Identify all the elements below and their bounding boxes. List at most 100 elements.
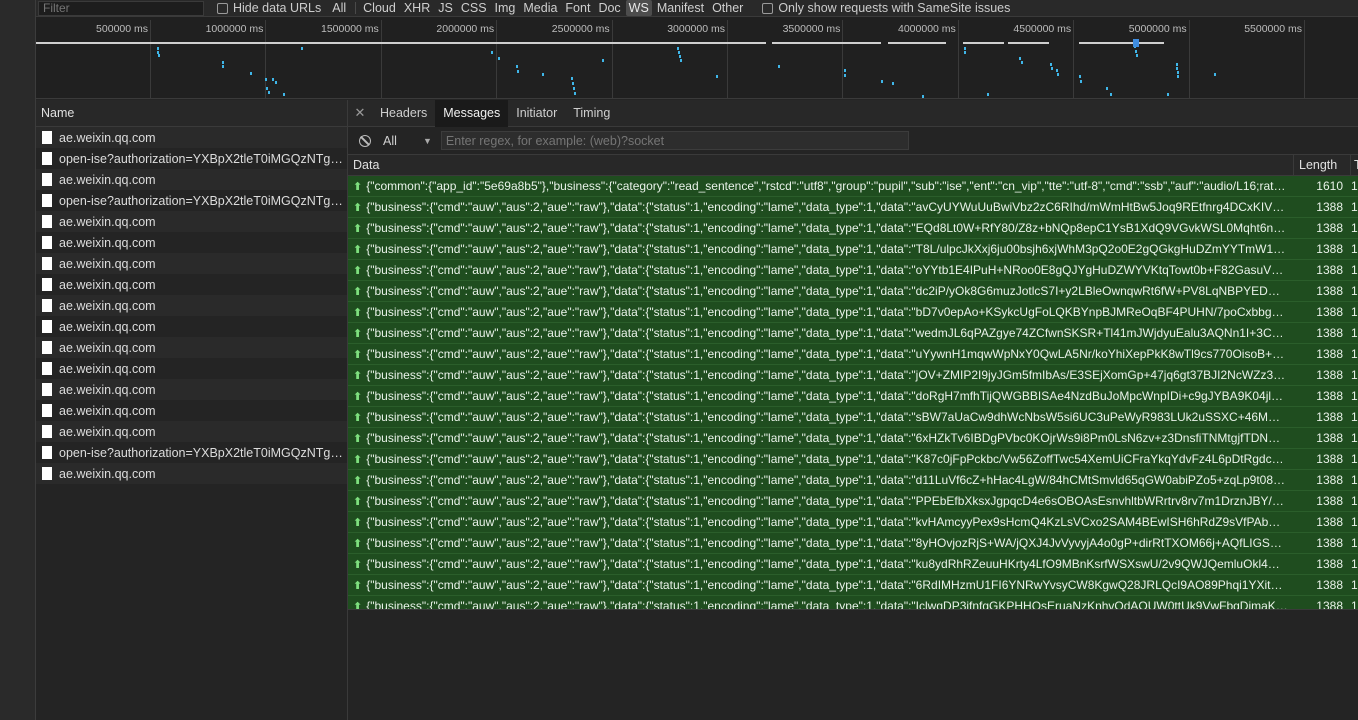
message-row[interactable]: ⬆ {"business":{"cmd":"auw","aus":2,"aue":… [348, 323, 1358, 344]
timeline-event-mark [272, 78, 274, 81]
request-detail-panel: ✕ HeadersMessagesInitiatorTiming All ▼ D… [348, 99, 1358, 720]
type-filter-ws[interactable]: WS [625, 0, 652, 16]
timeline-event-mark [516, 65, 518, 68]
sent-arrow-icon: ⬆ [353, 432, 363, 445]
type-filter-all[interactable]: All [329, 0, 349, 16]
hide-data-urls-checkbox[interactable] [217, 2, 228, 14]
message-row[interactable]: ⬆ {"business":{"cmd":"auw","aus":2,"aue":… [348, 407, 1358, 428]
message-time: 1 [1351, 179, 1358, 193]
message-time: 1 [1351, 473, 1358, 487]
message-row[interactable]: ⬆ {"business":{"cmd":"auw","aus":2,"aue":… [348, 575, 1358, 596]
request-row[interactable]: ae.weixin.qq.com [36, 211, 347, 232]
request-name: ae.weixin.qq.com [59, 277, 156, 292]
message-length: 1388 [1316, 242, 1343, 256]
type-filter-css[interactable]: CSS [458, 0, 490, 16]
request-row[interactable]: ae.weixin.qq.com [36, 463, 347, 484]
request-name: ae.weixin.qq.com [59, 256, 156, 271]
message-row[interactable]: ⬆ {"business":{"cmd":"auw","aus":2,"aue":… [348, 596, 1358, 610]
type-filter-js[interactable]: JS [435, 0, 456, 16]
message-regex-input[interactable] [440, 131, 909, 150]
devtools-network-panel: Hide data URLs All CloudXHRJSCSSImgMediaF… [36, 0, 1358, 720]
message-row[interactable]: ⬆ {"business":{"cmd":"auw","aus":2,"aue":… [348, 449, 1358, 470]
request-row[interactable]: ae.weixin.qq.com [36, 316, 347, 337]
type-filter-xhr[interactable]: XHR [401, 0, 433, 16]
type-filter-img[interactable]: Img [492, 0, 519, 16]
tab-headers[interactable]: Headers [372, 100, 435, 127]
clear-messages-icon[interactable] [359, 134, 371, 147]
sent-arrow-icon: ⬆ [353, 495, 363, 508]
timeline-overview[interactable]: 500000 ms 1000000 ms 1500000 ms 2000000 ms 2… [36, 17, 1358, 99]
chevron-down-icon[interactable]: ▼ [423, 136, 432, 146]
message-row[interactable]: ⬆ {"business":{"cmd":"auw","aus":2,"aue":… [348, 512, 1358, 533]
message-row[interactable]: ⬆ {"business":{"cmd":"auw","aus":2,"aue":… [348, 470, 1358, 491]
samesite-checkbox[interactable] [762, 2, 774, 14]
tab-initiator[interactable]: Initiator [508, 100, 565, 127]
message-row[interactable]: ⬆ {"business":{"cmd":"auw","aus":2,"aue":… [348, 365, 1358, 386]
request-row[interactable]: ae.weixin.qq.com [36, 400, 347, 421]
request-row[interactable]: ae.weixin.qq.com [36, 421, 347, 442]
data-column-header[interactable]: Data [348, 154, 1294, 176]
request-name: ae.weixin.qq.com [59, 403, 156, 418]
message-row[interactable]: ⬆ {"common":{"app_id":"5e69a8b5"},"busine… [348, 176, 1358, 197]
request-row[interactable]: ae.weixin.qq.com [36, 253, 347, 274]
type-filter-cloud[interactable]: Cloud [360, 0, 399, 16]
tab-messages[interactable]: Messages [435, 99, 509, 127]
sent-arrow-icon: ⬆ [353, 222, 363, 235]
message-row[interactable]: ⬆ {"business":{"cmd":"auw","aus":2,"aue":… [348, 533, 1358, 554]
hide-data-urls-toggle[interactable]: Hide data URLs [217, 1, 321, 15]
message-row[interactable]: ⬆ {"business":{"cmd":"auw","aus":2,"aue":… [348, 386, 1358, 407]
request-row[interactable]: ae.weixin.qq.com [36, 379, 347, 400]
request-row[interactable]: ae.weixin.qq.com [36, 232, 347, 253]
request-row[interactable]: ae.weixin.qq.com [36, 358, 347, 379]
timeline-event-mark [498, 57, 500, 60]
message-row[interactable]: ⬆ {"business":{"cmd":"auw","aus":2,"aue":… [348, 491, 1358, 512]
type-filter-doc[interactable]: Doc [595, 0, 623, 16]
message-data: {"business":{"cmd":"auw","aus":2,"aue":"… [366, 599, 1289, 610]
name-column-header[interactable]: Name [36, 100, 347, 127]
request-row[interactable]: ae.weixin.qq.com [36, 127, 347, 148]
message-type-select[interactable]: All [383, 134, 423, 148]
tab-timing[interactable]: Timing [565, 100, 618, 127]
message-data: {"business":{"cmd":"auw","aus":2,"aue":"… [366, 305, 1289, 319]
timeline-event-mark [542, 73, 544, 76]
time-column-header[interactable]: T [1351, 155, 1358, 176]
filter-input[interactable] [38, 0, 204, 16]
type-filter-other[interactable]: Other [709, 0, 746, 16]
close-detail-icon[interactable]: ✕ [348, 105, 372, 121]
request-row[interactable]: open-ise?authorization=YXBpX2tleT0iMGQzN… [36, 148, 347, 169]
document-icon [42, 299, 52, 312]
request-row[interactable]: open-ise?authorization=YXBpX2tleT0iMGQzN… [36, 442, 347, 463]
length-column-header[interactable]: Length [1294, 154, 1351, 176]
message-length: 1388 [1316, 347, 1343, 361]
timeline-event-mark [964, 47, 966, 50]
type-filter-media[interactable]: Media [520, 0, 560, 16]
message-row[interactable]: ⬆ {"business":{"cmd":"auw","aus":2,"aue":… [348, 554, 1358, 575]
request-row[interactable]: open-ise?authorization=YXBpX2tleT0iMGQzN… [36, 190, 347, 211]
message-data-cell: ⬆ {"business":{"cmd":"auw","aus":2,"aue":… [348, 347, 1294, 361]
message-row[interactable]: ⬆ {"business":{"cmd":"auw","aus":2,"aue":… [348, 260, 1358, 281]
request-name: ae.weixin.qq.com [59, 466, 156, 481]
request-row[interactable]: ae.weixin.qq.com [36, 274, 347, 295]
message-row[interactable]: ⬆ {"business":{"cmd":"auw","aus":2,"aue":… [348, 218, 1358, 239]
request-name: ae.weixin.qq.com [59, 235, 156, 250]
message-row[interactable]: ⬆ {"business":{"cmd":"auw","aus":2,"aue":… [348, 197, 1358, 218]
message-length: 1388 [1316, 557, 1343, 571]
message-time: 1 [1351, 368, 1358, 382]
message-row[interactable]: ⬆ {"business":{"cmd":"auw","aus":2,"aue":… [348, 281, 1358, 302]
message-row[interactable]: ⬆ {"business":{"cmd":"auw","aus":2,"aue":… [348, 428, 1358, 449]
sent-arrow-icon: ⬆ [353, 264, 363, 277]
message-row[interactable]: ⬆ {"business":{"cmd":"auw","aus":2,"aue":… [348, 344, 1358, 365]
request-row[interactable]: ae.weixin.qq.com [36, 337, 347, 358]
type-filter-font[interactable]: Font [562, 0, 593, 16]
timeline-event-mark [275, 81, 277, 84]
messages-list: ⬆ {"common":{"app_id":"5e69a8b5"},"busine… [348, 176, 1358, 610]
timeline-event-mark [881, 80, 883, 83]
message-time: 1 [1351, 200, 1358, 214]
message-row[interactable]: ⬆ {"business":{"cmd":"auw","aus":2,"aue":… [348, 239, 1358, 260]
message-data-cell: ⬆ {"business":{"cmd":"auw","aus":2,"aue":… [348, 305, 1294, 319]
samesite-toggle[interactable]: Only show requests with SameSite issues [762, 1, 1010, 15]
message-row[interactable]: ⬆ {"business":{"cmd":"auw","aus":2,"aue":… [348, 302, 1358, 323]
type-filter-manifest[interactable]: Manifest [654, 0, 707, 16]
request-row[interactable]: ae.weixin.qq.com [36, 295, 347, 316]
request-row[interactable]: ae.weixin.qq.com [36, 169, 347, 190]
